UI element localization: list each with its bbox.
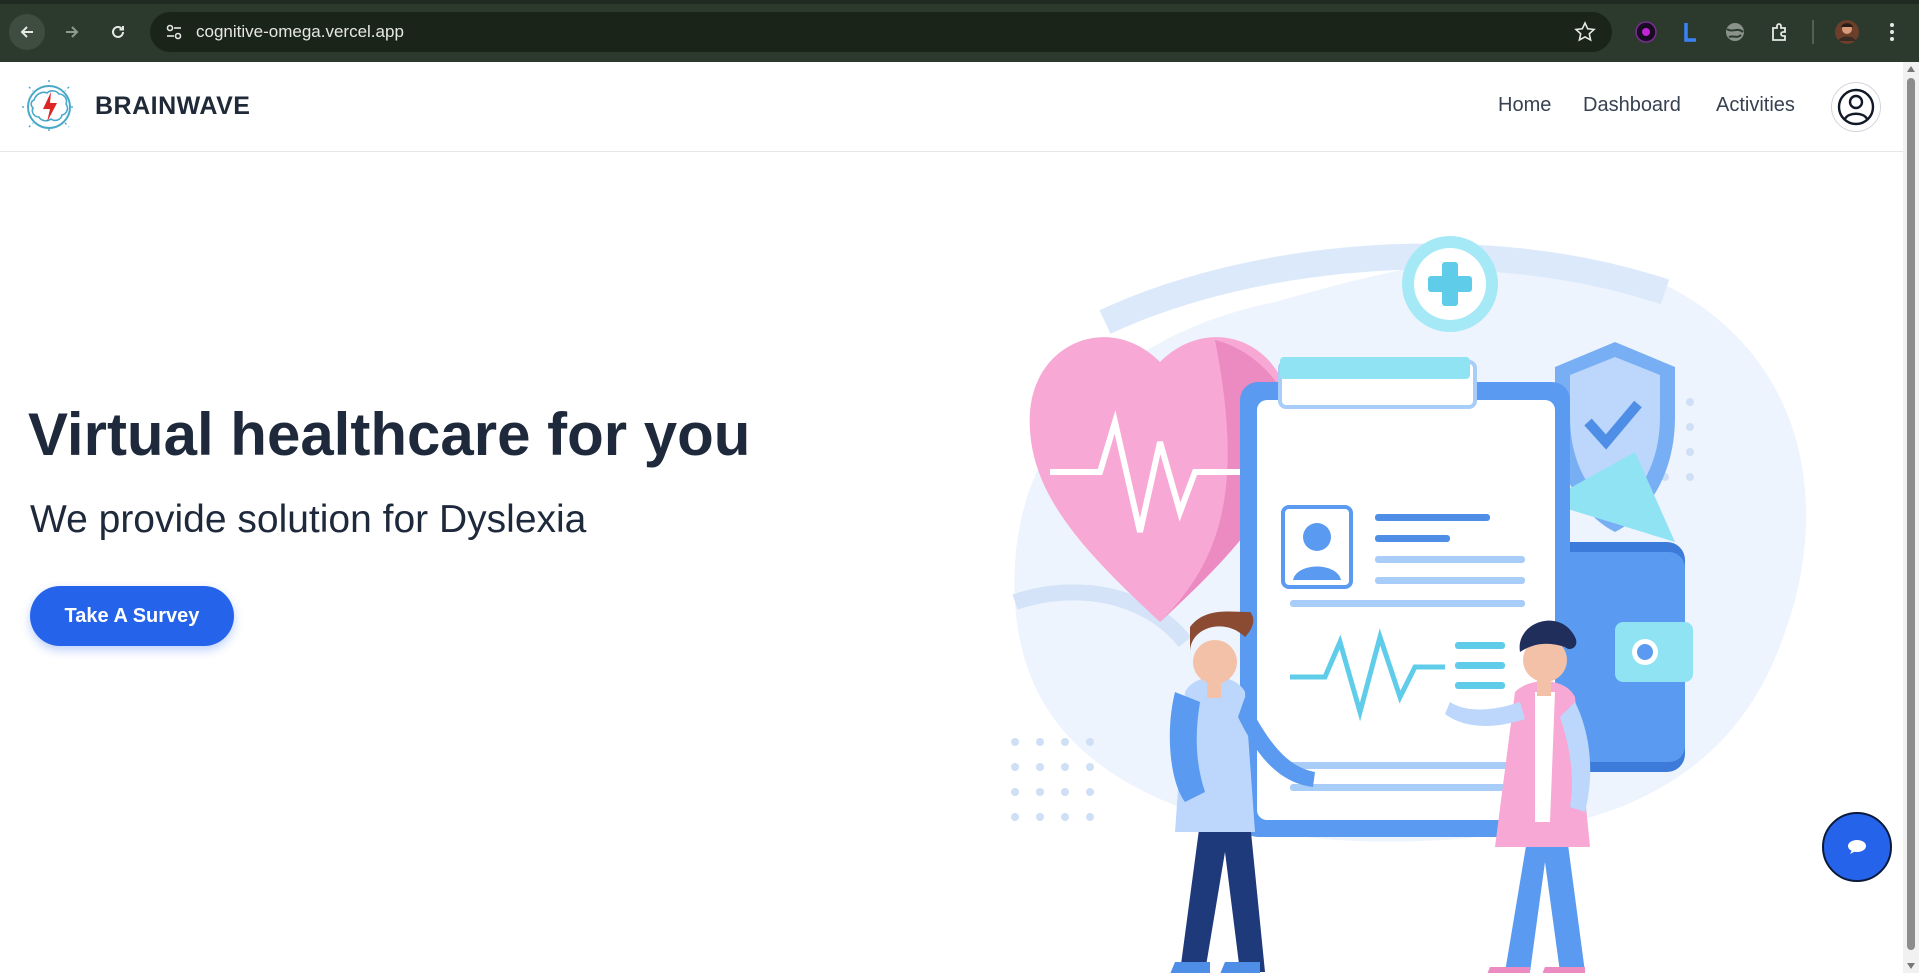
nav-link-dashboard[interactable]: Dashboard [1583, 94, 1681, 117]
chat-button[interactable] [1822, 812, 1892, 882]
page-viewport: BRAINWAVE Home Dashboard Activities Virt… [0, 62, 1903, 973]
bookmark-star-icon[interactable] [1574, 21, 1596, 43]
forward-arrow-icon [66, 26, 79, 38]
take-survey-button[interactable]: Take A Survey [30, 586, 234, 646]
chat-bubble-icon [1848, 840, 1866, 854]
nav-link-activities[interactable]: Activities [1716, 94, 1795, 117]
site-navbar: BRAINWAVE Home Dashboard Activities [0, 62, 1903, 152]
page-scrollbar[interactable] [1903, 62, 1919, 973]
scroll-up-arrow-icon[interactable] [1907, 66, 1915, 72]
back-arrow-icon [20, 26, 33, 38]
extension-l-icon[interactable] [1678, 20, 1702, 44]
extension-badge-icon[interactable] [1634, 20, 1658, 44]
user-circle-icon [1837, 88, 1875, 126]
menu-kebab-icon[interactable] [1880, 20, 1904, 44]
address-bar[interactable]: cognitive-omega.vercel.app [150, 12, 1612, 52]
toolbar-separator [1812, 20, 1814, 44]
brain-logo-icon[interactable] [20, 78, 78, 136]
user-account-button[interactable] [1831, 82, 1881, 132]
hero-title: Virtual healthcare for you [28, 401, 751, 468]
reload-icon [112, 25, 124, 38]
forward-button[interactable] [54, 14, 90, 50]
hero-subtitle: We provide solution for Dyslexia [30, 498, 587, 541]
reload-button[interactable] [100, 14, 136, 50]
back-button[interactable] [9, 14, 45, 50]
scroll-down-arrow-icon[interactable] [1907, 963, 1915, 969]
profile-icon[interactable] [1834, 19, 1860, 45]
site-info-icon[interactable] [164, 22, 184, 42]
healthcare-illustration [1011, 236, 1807, 973]
url-text[interactable]: cognitive-omega.vercel.app [196, 22, 404, 42]
scrollbar-thumb[interactable] [1907, 78, 1915, 950]
extension-globe-icon[interactable] [1723, 20, 1747, 44]
brand-name[interactable]: BRAINWAVE [95, 92, 250, 121]
puzzle-icon[interactable] [1768, 20, 1792, 44]
tab-strip [0, 0, 1919, 4]
browser-toolbar: cognitive-omega.vercel.app [0, 0, 1919, 62]
nav-link-home[interactable]: Home [1498, 94, 1551, 117]
